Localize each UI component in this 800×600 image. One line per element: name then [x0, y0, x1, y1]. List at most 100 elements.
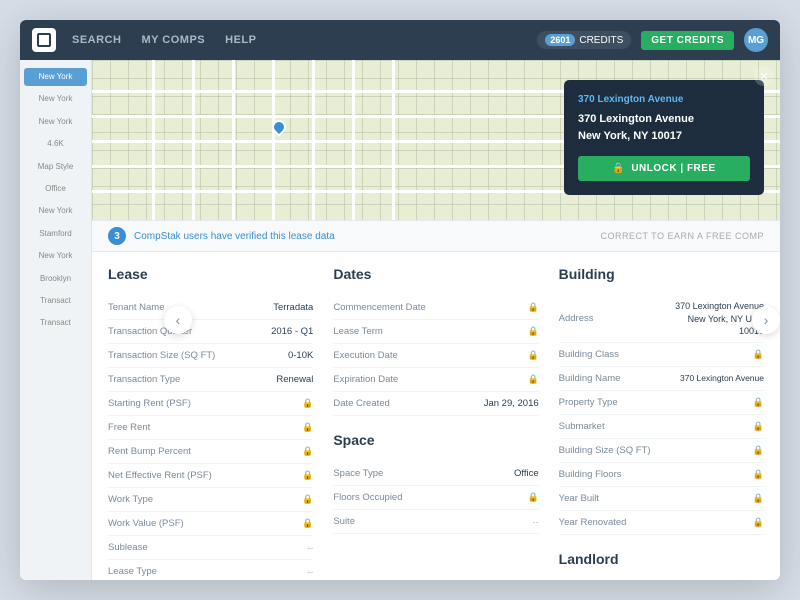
table-row: Suite --: [333, 510, 538, 534]
table-row: Property Type 🔒: [559, 391, 764, 415]
unlock-button[interactable]: 🔒 UnLOCK | Free: [578, 156, 750, 181]
table-row: Space Type Office: [333, 462, 538, 486]
panel-wrapper: ‹ ›: [92, 60, 780, 580]
nav-links: SEARCH MY COMPS HELP: [72, 34, 537, 46]
lock-icon: 🔒: [753, 349, 764, 360]
lock-icon: 🔒: [527, 492, 538, 503]
space-title: Space: [333, 432, 538, 452]
prev-arrow[interactable]: ‹: [164, 306, 192, 334]
table-row: Execution Date 🔒: [333, 344, 538, 368]
lock-icon: 🔒: [302, 398, 313, 409]
table-row: Building Name 370 Lexington Avenue: [559, 367, 764, 391]
detail-panel: 370 Lexington Avenue 370 Lexington Avenu…: [92, 60, 780, 580]
table-row: Work Type 🔒: [108, 488, 313, 512]
table-row: Submarket 🔒: [559, 415, 764, 439]
table-row: Address 370 Lexington AvenueNew York, NY…: [559, 296, 764, 343]
data-area: Lease Tenant Name Terradata Transaction …: [92, 252, 780, 580]
map-road: [192, 60, 195, 220]
map-road: [392, 60, 395, 220]
table-row: Free Rent 🔒: [108, 416, 313, 440]
app-window: SEARCH MY COMPS HELP 2601 CREDITS GET CR…: [20, 20, 780, 580]
dates-title: Dates: [333, 266, 538, 286]
table-row: Rent Bump Percent 🔒: [108, 440, 313, 464]
nav-my-comps[interactable]: MY COMPS: [141, 34, 205, 46]
table-row: Year Renovated 🔒: [559, 511, 764, 535]
verify-action[interactable]: CORRECT TO EARN A FREE COMP: [600, 231, 764, 241]
lease-section: Lease Tenant Name Terradata Transaction …: [108, 266, 313, 580]
table-row: Building Floors 🔒: [559, 463, 764, 487]
navbar: SEARCH MY COMPS HELP 2601 CREDITS GET CR…: [20, 20, 780, 60]
table-row: Commencement Date 🔒: [333, 296, 538, 320]
sidebar-item-0[interactable]: New York: [24, 68, 87, 86]
data-columns: Lease Tenant Name Terradata Transaction …: [108, 266, 764, 580]
credits-count: 2601: [545, 34, 575, 46]
map-road: [352, 60, 355, 220]
landlord-section: Landlord Landlord Name 🔒 Landlord Broker…: [559, 551, 764, 580]
nav-search[interactable]: SEARCH: [72, 34, 121, 46]
sidebar-item-6[interactable]: New York: [24, 202, 87, 220]
logo: [32, 28, 56, 52]
verify-bar: 3 CompStak users have verified this leas…: [92, 220, 780, 252]
lock-icon: 🔒: [612, 163, 625, 174]
lock-icon: 🔒: [527, 350, 538, 361]
map-road: [152, 60, 155, 220]
lock-icon: 🔒: [753, 469, 764, 480]
map-road: [232, 60, 235, 220]
close-map-button[interactable]: ✕: [754, 66, 774, 86]
map-road: [312, 60, 315, 220]
verify-badge: 3: [108, 227, 126, 245]
table-row: Building Class 🔒: [559, 343, 764, 367]
credits-badge: 2601 CREDITS: [537, 31, 631, 49]
lock-icon: 🔒: [302, 446, 313, 457]
table-row: Starting Rent (PSF) 🔒: [108, 392, 313, 416]
table-row: Tenant Name Terradata: [108, 296, 313, 320]
table-row: Transaction Type Renewal: [108, 368, 313, 392]
lock-icon: 🔒: [302, 518, 313, 529]
get-credits-button[interactable]: GET CREDITS: [641, 31, 734, 50]
lock-icon: 🔒: [302, 422, 313, 433]
logo-icon: [37, 33, 51, 47]
lock-icon: 🔒: [753, 517, 764, 528]
lock-icon: 🔒: [753, 493, 764, 504]
user-avatar: MG: [744, 28, 768, 52]
table-row: Transaction Quarter 2016 - Q1: [108, 320, 313, 344]
lock-icon: 🔒: [753, 421, 764, 432]
building-title: Building: [559, 266, 764, 286]
sidebar-item-11[interactable]: Transact: [24, 314, 87, 332]
table-row: Transaction Size (SQ FT) 0-10K: [108, 344, 313, 368]
dates-space-column: Dates Commencement Date 🔒 Lease Term 🔒: [333, 266, 538, 580]
sidebar-item-1[interactable]: New York: [24, 90, 87, 108]
lock-icon: 🔒: [527, 302, 538, 313]
sidebar-item-9[interactable]: Brooklyn: [24, 270, 87, 288]
lease-title: Lease: [108, 266, 313, 286]
lock-icon: 🔒: [302, 494, 313, 505]
map-address: 370 Lexington Avenue New York, NY 10017: [578, 111, 750, 144]
next-arrow[interactable]: ›: [752, 306, 780, 334]
sidebar-item-7[interactable]: Stamford: [24, 225, 87, 243]
table-row: Lease Term 🔒: [333, 320, 538, 344]
map-address-title: 370 Lexington Avenue: [578, 94, 750, 105]
space-section: Space Space Type Office Floors Occupied …: [333, 432, 538, 534]
sidebar-item-office[interactable]: Office: [24, 180, 87, 198]
lock-icon: 🔒: [302, 470, 313, 481]
map-info-box: 370 Lexington Avenue 370 Lexington Avenu…: [564, 80, 764, 195]
map-area: 370 Lexington Avenue 370 Lexington Avenu…: [92, 60, 780, 220]
sidebar-item-8[interactable]: New York: [24, 247, 87, 265]
sidebar-item-3[interactable]: 4.6K: [24, 135, 87, 153]
sidebar-item-2[interactable]: New York: [24, 113, 87, 131]
nav-help[interactable]: HELP: [225, 34, 256, 46]
lock-icon: 🔒: [753, 445, 764, 456]
map-road: [272, 60, 275, 220]
table-row: Floors Occupied 🔒: [333, 486, 538, 510]
lock-icon: 🔒: [527, 374, 538, 385]
table-row: Net Effective Rent (PSF) 🔒: [108, 464, 313, 488]
table-row: Year Built 🔒: [559, 487, 764, 511]
sidebar-item-10[interactable]: Transact: [24, 292, 87, 310]
verify-text: CompStak users have verified this lease …: [134, 231, 335, 242]
table-row: Sublease --: [108, 536, 313, 560]
dates-section: Dates Commencement Date 🔒 Lease Term 🔒: [333, 266, 538, 416]
landlord-title: Landlord: [559, 551, 764, 571]
sidebar-item-map-style[interactable]: Map Style: [24, 158, 87, 176]
nav-right: 2601 CREDITS GET CREDITS MG: [537, 28, 768, 52]
table-row: Expiration Date 🔒: [333, 368, 538, 392]
